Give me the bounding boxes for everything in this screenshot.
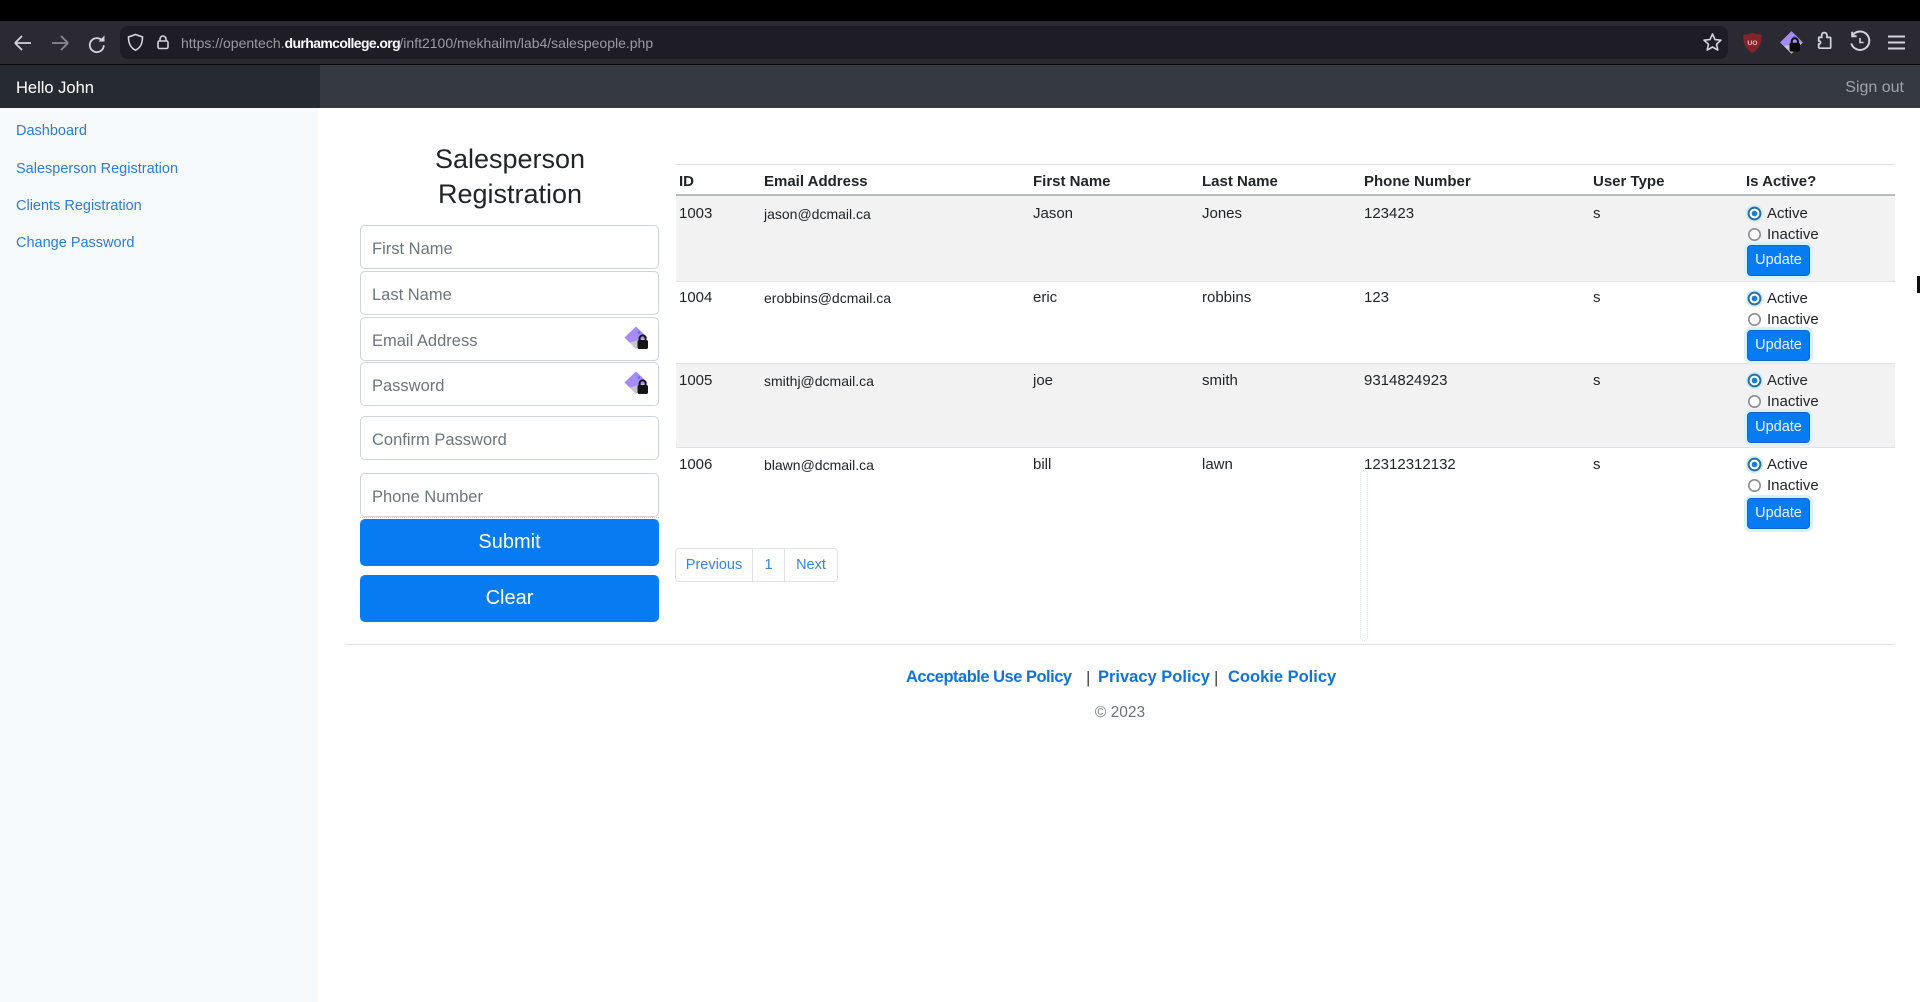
svg-text:UO: UO (1747, 40, 1757, 47)
